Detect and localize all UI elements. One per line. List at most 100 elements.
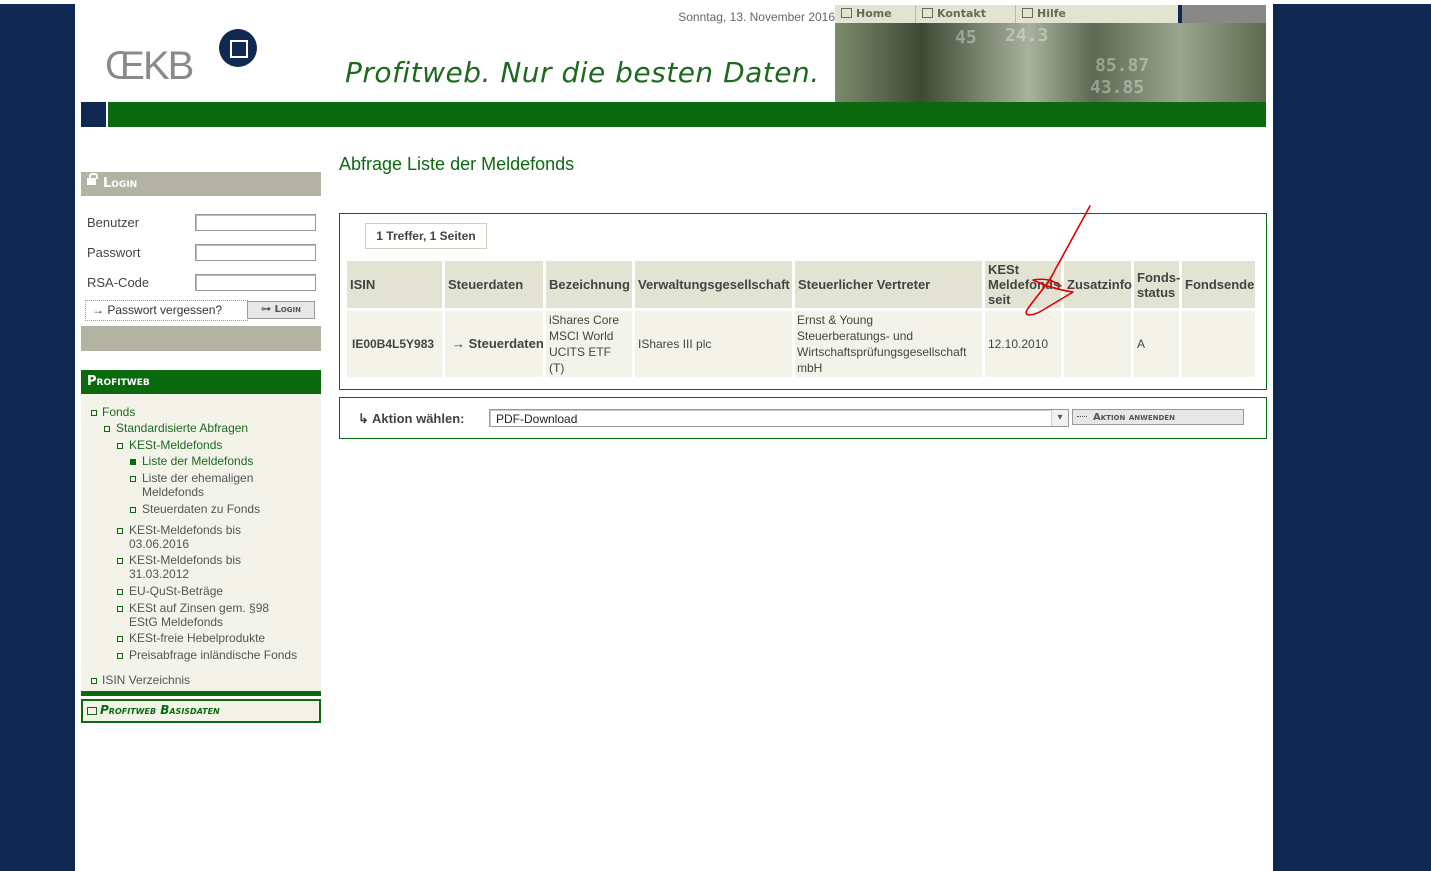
basisdaten-label: Profitweb Basisdaten xyxy=(100,703,220,717)
menu-item-fonds[interactable]: Fonds xyxy=(102,405,135,419)
rsa-code-field[interactable] xyxy=(195,274,316,291)
cell-verwaltungsgesellschaft: IShares III plc xyxy=(635,311,792,377)
oekb-logo[interactable]: ŒKB xyxy=(105,26,265,88)
column-header-label: Fonds- status xyxy=(1137,270,1180,300)
vertreter-line: Ernst & Young xyxy=(797,313,874,327)
column-header-verwaltungsgesellschaft[interactable]: Verwaltungsgesellschaft xyxy=(635,261,792,308)
column-header-bezeichnung[interactable]: Bezeichnung xyxy=(546,261,632,308)
profitweb-menu: Fonds Standardisierte Abfragen KESt-Meld… xyxy=(81,394,321,691)
column-header-line: Fonds- xyxy=(1137,269,1181,285)
cell-zusatzinfo xyxy=(1064,311,1131,377)
cell-fondsende xyxy=(1182,311,1255,377)
action-label: ↳ Aktion wählen: xyxy=(358,411,464,427)
cell-fondsstatus: A xyxy=(1134,311,1179,377)
nav-hilfe[interactable]: Hilfe xyxy=(1022,7,1066,21)
action-panel: ↳ Aktion wählen: PDF-Download ▾ Aktion a… xyxy=(339,397,1267,439)
column-header-steuerlicher-vertreter[interactable]: Steuerlicher Vertreter xyxy=(795,261,982,308)
results-panel: 1 Treffer, 1 Seiten ISIN Steuerdaten Bez… xyxy=(339,213,1267,390)
bezeichnung-line: (T) xyxy=(549,361,565,375)
basisdaten-link[interactable]: Profitweb Basisdaten xyxy=(81,699,321,723)
bullet-icon xyxy=(117,606,123,612)
menu-item-kest-frei[interactable]: KESt-freie Hebelprodukte xyxy=(129,631,265,645)
username-field[interactable] xyxy=(195,214,316,231)
menu-item-kest-bis-2012[interactable]: KESt-Meldefonds bis 31.03.2012 xyxy=(129,553,241,581)
nav-kontakt[interactable]: Kontakt xyxy=(922,7,986,21)
column-header-fondsende[interactable]: Fondsende xyxy=(1182,261,1255,308)
bullet-icon xyxy=(130,507,136,513)
menu-item-kest-bis-2016-line2: 03.06.2016 xyxy=(129,537,190,551)
nav-separator xyxy=(915,5,916,23)
action-label-text: Aktion wählen: xyxy=(372,411,465,426)
nav-hilfe-label: Hilfe xyxy=(1037,7,1066,20)
menu-item-liste-ehemalige-line1: Liste der ehemaligen xyxy=(142,471,254,485)
top-navigation: Home Kontakt Hilfe xyxy=(835,5,1178,23)
password-field[interactable] xyxy=(195,244,316,261)
login-button[interactable]: ⊶ Login xyxy=(247,301,315,319)
vertreter-value: Ernst & Young Steuerberatungs- und Wirts… xyxy=(797,312,966,376)
chevron-down-icon[interactable]: ▾ xyxy=(1051,410,1068,426)
login-header: Login xyxy=(81,172,321,196)
bullet-icon xyxy=(117,528,123,534)
column-header-label: Steuerdaten xyxy=(448,277,524,292)
cell-steuerdaten[interactable]: → Steuerdaten xyxy=(445,311,544,377)
steuerdaten-link[interactable]: Steuerdaten xyxy=(469,336,544,352)
bullet-icon xyxy=(91,410,97,416)
logo-text: ŒKB xyxy=(105,44,194,88)
nav-home-label: Home xyxy=(856,7,892,20)
menu-item-kest-bis-2016[interactable]: KESt-Meldefonds bis 03.06.2016 xyxy=(129,523,241,551)
page: ŒKB Profitweb. Nur die besten Daten. Son… xyxy=(75,4,1273,871)
cell-steuerlicher-vertreter: Ernst & Young Steuerberatungs- und Wirts… xyxy=(795,311,982,377)
menu-item-isin-verzeichnis[interactable]: ISIN Verzeichnis xyxy=(102,673,190,687)
login-panel: Benutzer Passwort RSA-Code → Passwort ve… xyxy=(81,196,321,326)
fondsstatus-value: A xyxy=(1137,337,1146,351)
header-photo: 45 24.3 85.87 43.85 xyxy=(835,23,1266,102)
vertreter-line: Wirtschaftsprüfungsgesellschaft xyxy=(797,345,967,359)
bullet-icon xyxy=(130,476,136,482)
column-header-label: Bezeichnung xyxy=(549,277,630,292)
enter-arrow-icon xyxy=(87,707,97,715)
rsa-code-label: RSA-Code xyxy=(87,275,150,290)
arrow-right-icon: → xyxy=(452,336,469,351)
bullet-icon xyxy=(117,653,123,659)
column-header-isin[interactable]: ISIN xyxy=(347,261,442,308)
cell-kest-meldefonds-seit: 12.10.2010 xyxy=(985,311,1061,377)
menu-item-liste-ehemalige-line2: Meldefonds xyxy=(142,485,205,499)
action-select[interactable]: PDF-Download ▾ xyxy=(489,409,1069,427)
help-icon xyxy=(1022,8,1033,18)
bullet-icon xyxy=(104,426,110,432)
forgot-password-link[interactable]: → Passwort vergessen? xyxy=(85,300,248,321)
arrow-right-icon: → xyxy=(92,303,104,317)
menu-item-steuerdaten-fonds[interactable]: Steuerdaten zu Fonds xyxy=(142,502,260,516)
menu-separator xyxy=(81,691,321,696)
menu-item-eu-qust[interactable]: EU-QuSt-Beträge xyxy=(129,584,223,598)
header-blue-block xyxy=(81,102,106,127)
menu-item-standardisierte-abfragen[interactable]: Standardisierte Abfragen xyxy=(116,421,248,435)
apply-action-label: Aktion anwenden xyxy=(1093,412,1175,423)
column-header-steuerdaten[interactable]: Steuerdaten xyxy=(445,261,543,308)
bezeichnung-line: MSCI World xyxy=(549,329,614,343)
menu-item-liste-ehemalige[interactable]: Liste der ehemaligen Meldefonds xyxy=(142,471,253,499)
profitweb-header: Profitweb xyxy=(81,370,321,394)
vertreter-line: mbH xyxy=(797,361,823,375)
menu-item-preisabfrage[interactable]: Preisabfrage inländische Fonds xyxy=(129,648,297,662)
bullet-icon xyxy=(117,558,123,564)
bullet-icon xyxy=(117,589,123,595)
column-header-label: Steuerlicher Vertreter xyxy=(798,277,931,292)
tagline: Profitweb. Nur die besten Daten. xyxy=(345,56,820,89)
bullet-icon xyxy=(117,443,123,449)
red-annotation xyxy=(1025,205,1091,316)
mail-icon xyxy=(922,8,933,18)
apply-action-button[interactable]: Aktion anwenden xyxy=(1072,409,1244,425)
column-header-fondsstatus[interactable]: Fonds- status xyxy=(1134,261,1180,308)
nav-home[interactable]: Home xyxy=(841,7,892,21)
menu-item-liste-meldefonds[interactable]: Liste der Meldefonds xyxy=(142,454,253,468)
menu-item-kest-zinsen[interactable]: KESt auf Zinsen gem. §98 EStG Meldefonds xyxy=(129,601,269,629)
login-title: Login xyxy=(103,176,138,191)
menu-item-kest-meldefonds[interactable]: KESt-Meldefonds xyxy=(129,438,222,452)
bullet-filled-icon xyxy=(130,459,136,465)
bezeichnung-line: iShares Core xyxy=(549,313,620,327)
result-count: 1 Treffer, 1 Seiten xyxy=(365,223,487,249)
vertreter-line: Steuerberatungs- und xyxy=(797,329,914,343)
column-header-line: status xyxy=(1137,284,1176,300)
lock-icon xyxy=(87,173,98,185)
